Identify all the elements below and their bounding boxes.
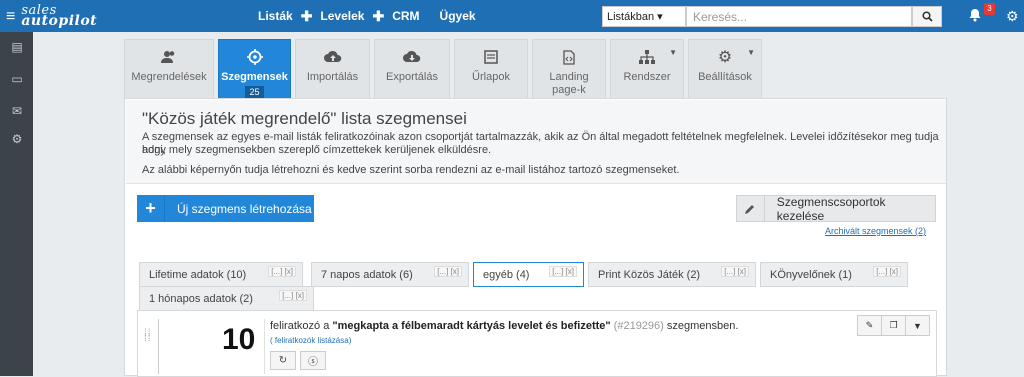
caret-down-icon: ▼: [913, 320, 922, 331]
refresh-button[interactable]: ↻: [270, 351, 296, 370]
description-line-2: hogy mely szegmensekben szereplő címzett…: [142, 144, 492, 156]
tab-tools[interactable]: [...] [x]: [279, 290, 307, 301]
cloud-download-icon: [403, 50, 421, 62]
divider: [158, 319, 159, 374]
brand-logo: sales autopilot: [21, 3, 98, 29]
divider: [264, 319, 265, 374]
form-icon: [484, 50, 498, 64]
search-button[interactable]: [912, 6, 942, 27]
pencil-icon: ✎: [865, 320, 874, 330]
tab-tools[interactable]: [...] [x]: [434, 266, 462, 277]
segments-panel: "Közös játék megrendelő" lista szegmense…: [124, 98, 947, 377]
search-icon: [921, 11, 933, 22]
more-dropdown-button[interactable]: ▼: [905, 315, 930, 336]
gear-icon[interactable]: ⚙: [10, 132, 24, 146]
nav-ugyek[interactable]: Ügyek: [440, 9, 476, 23]
segment-tab-7-napos[interactable]: 7 napos adatok (6) [...] [x]: [311, 262, 469, 287]
caret-down-icon: ▼: [747, 48, 755, 57]
sitemap-icon: [639, 50, 655, 64]
segment-tab-konyvelonek[interactable]: KÖnyvelőnek (1) [...] [x]: [760, 262, 908, 287]
search-scope-select[interactable]: Listákban ▾: [602, 6, 686, 27]
page-header: "Közös játék megrendelő" lista szegmense…: [126, 100, 946, 184]
main-nav: Listák ✚ Levelek ✚ CRM Ügyek: [258, 0, 476, 32]
tab-tools[interactable]: [...] [x]: [268, 266, 296, 277]
list-icon[interactable]: ▤: [10, 40, 24, 54]
segment-id: (#219296): [613, 320, 664, 332]
search-input[interactable]: Keresés...: [686, 6, 912, 27]
description-line-3: Az alábbi képernyőn tudja létrehozni és …: [142, 164, 680, 176]
top-bar: ≡ sales autopilot Listák ✚ Levelek ✚ CRM …: [0, 0, 1024, 32]
new-segment-button[interactable]: + Új szegmens létrehozása: [137, 195, 314, 222]
nav-listak[interactable]: Listák: [258, 9, 293, 23]
logo[interactable]: ≡ sales autopilot: [6, 3, 98, 29]
segment-tab-lifetime[interactable]: Lifetime adatok (10) [...] [x]: [139, 262, 303, 287]
bell-icon[interactable]: [968, 8, 982, 25]
segment-tab-print[interactable]: Print Közös Játék (2) [...] [x]: [588, 262, 756, 287]
list-subscribers-link[interactable]: ( feliratkozók listázása): [270, 336, 351, 345]
coin-icon: ⓢ: [308, 357, 318, 368]
drag-handle-icon[interactable]: ⁞⁞ ⁞⁞: [144, 329, 152, 344]
tab-tools[interactable]: [...] [x]: [721, 266, 749, 277]
target-icon: [246, 49, 263, 65]
coin-button[interactable]: ⓢ: [300, 351, 326, 370]
cloud-upload-icon: [323, 50, 341, 62]
subscriber-count: 10: [222, 323, 256, 356]
segment-actions: ✎ ❐ ▼: [857, 315, 930, 336]
plus-icon: +: [137, 195, 165, 222]
envelope-icon[interactable]: ✉: [10, 104, 24, 118]
tab-tools[interactable]: [...] [x]: [873, 266, 901, 277]
page-title: "Közös játék megrendelő" lista szegmense…: [142, 109, 467, 128]
copy-button[interactable]: ❐: [881, 315, 906, 336]
nav-levelek[interactable]: Levelek: [320, 9, 364, 23]
manage-segment-groups-button[interactable]: Szegmenscsoportok kezelése: [736, 195, 936, 223]
edit-button[interactable]: ✎: [857, 315, 882, 336]
segment-item: ⁞⁞ ⁞⁞ 10 feliratkozó a "megkapta a félbem…: [137, 310, 937, 377]
refresh-icon: ↻: [278, 355, 288, 366]
notification-badge: 3: [984, 3, 995, 15]
plus-icon[interactable]: ✚: [301, 8, 313, 25]
pencil-icon: [737, 196, 765, 221]
segment-description: feliratkozó a "megkapta a félbemaradt ká…: [270, 320, 739, 332]
segment-count-badge: 25: [245, 86, 264, 98]
segment-tab-1-honapos[interactable]: 1 hónapos adatok (2) [...] [x]: [139, 286, 314, 311]
code-file-icon: [563, 49, 575, 65]
menu-icon[interactable]: ≡: [6, 8, 15, 25]
segment-name: "megkapta a félbemaradt kártyás levelet …: [332, 320, 611, 332]
copy-icon: ❐: [889, 320, 898, 330]
window-icon[interactable]: ▭: [10, 72, 24, 86]
users-icon: [161, 51, 175, 63]
gear-icon[interactable]: ⚙: [1006, 8, 1019, 25]
nav-crm[interactable]: CRM: [392, 9, 419, 23]
tab-tools[interactable]: [...] [x]: [549, 266, 577, 277]
left-sidebar: ▤ ▭ ✉ ⚙: [0, 32, 33, 376]
segment-tab-egyeb[interactable]: egyéb (4) [...] [x]: [473, 262, 584, 287]
plus-icon[interactable]: ✚: [372, 8, 384, 25]
archived-segments-link[interactable]: Archivált szegmensek (2): [825, 226, 926, 236]
caret-down-icon: ▼: [669, 48, 677, 57]
